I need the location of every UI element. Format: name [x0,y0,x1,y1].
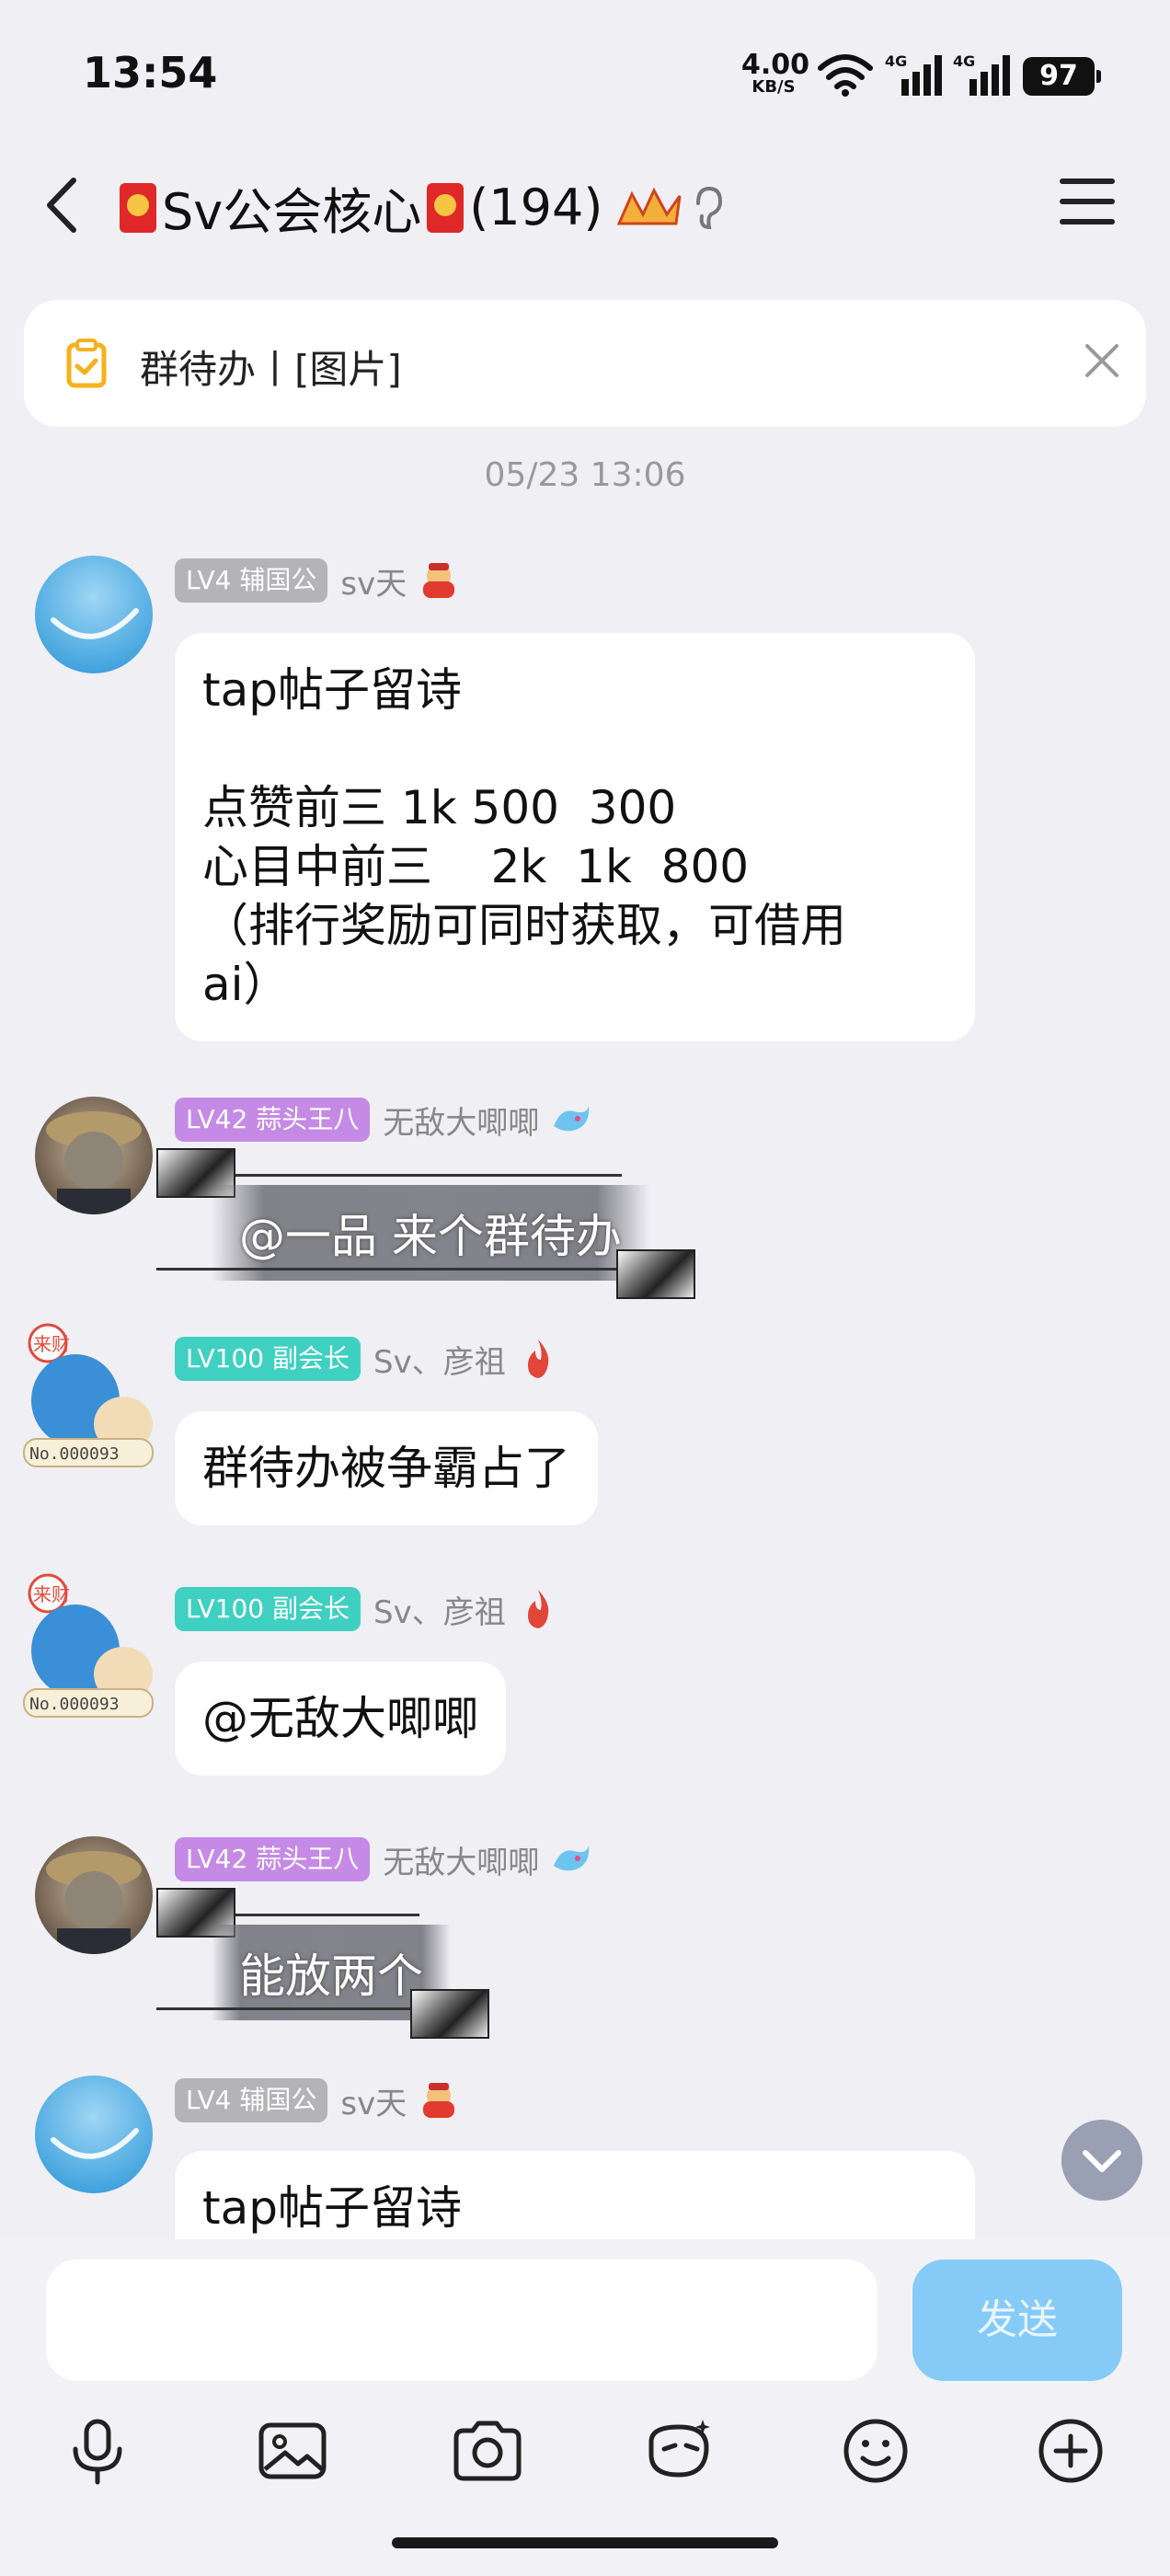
avatar[interactable] [35,556,153,673]
signal-4g-icon: 4G [885,52,942,96]
bubble-frame-decoration [616,1249,695,1299]
svg-text:4G: 4G [885,52,907,70]
avatar[interactable] [35,2076,153,2193]
dragon-icon [554,1846,590,1871]
back-button[interactable] [37,175,92,236]
nickname[interactable]: Sv、彦祖 [373,1337,506,1382]
status-time: 13:54 [83,48,218,98]
red-envelope-icon [427,182,465,233]
bubble-frame-line [235,1174,622,1177]
level-badge: LV42 蒜头王八 [175,1837,371,1881]
ear-icon [696,186,723,229]
chat-title[interactable]: Sv公会核心 (194) [120,171,726,244]
battery-indicator: 97 [1023,57,1101,96]
microphone-icon[interactable] [61,2414,134,2488]
avatar[interactable] [35,1097,153,1214]
message-bubble[interactable]: @无敌大唧唧 [175,1662,506,1776]
message-meta: LV42 蒜头王八 无敌大唧唧 [175,1836,592,1882]
nickname[interactable]: sv天 [340,558,407,604]
svg-text:No.000093: No.000093 [29,1444,120,1464]
status-bar: 13:54 4.00 KB/S 4G 4G 97 [0,0,1170,147]
network-speed: 4.00 KB/S [741,49,810,97]
message-item: LV4 辅国公 sv天 tap帖子留诗 [0,2076,1170,2239]
menu-button[interactable] [1060,178,1115,224]
bubble-frame-line [156,1268,616,1271]
avatar-swoosh-graphic [51,2128,139,2159]
image-icon[interactable] [256,2414,329,2488]
mascot-avatar[interactable]: 来财 No.000093 [20,1573,158,1720]
message-meta: LV100 副会长 Sv、彦祖 [175,1586,559,1632]
svg-text:来财: 来财 [33,1333,70,1355]
message-bubble[interactable]: tap帖子留诗 点赞前三 1k 500 300 心目中前三 2k 1k 800 … [175,633,975,1041]
bubble-frame-decoration [410,1989,489,2039]
signal-4g-icon-2: 4G [953,52,1010,96]
bubble-frame-line [156,2007,414,2010]
fortune-doll-icon [423,563,455,598]
scroll-to-bottom-button[interactable] [1061,2120,1142,2201]
camera-icon[interactable] [451,2414,524,2488]
flame-icon [527,1340,549,1378]
red-envelope-icon [120,182,156,233]
svg-text:来财: 来财 [33,1583,70,1605]
message-meta: LV4 辅国公 sv天 [175,558,460,604]
level-badge: LV4 辅国公 [175,2078,328,2122]
group-todo-banner[interactable]: 群待办丨[图片] [24,300,1146,427]
bubble-frame-line [235,1914,419,1916]
nickname[interactable]: sv天 [340,2078,407,2123]
message-bubble[interactable]: 群待办被争霸占了 [175,1411,598,1525]
level-badge: LV100 副会长 [175,1587,361,1631]
message-timestamp: 05/23 13:06 [484,456,686,494]
message-meta: LV100 副会长 Sv、彦祖 [175,1336,559,1382]
chat-header: Sv公会核心 (194) [0,147,1170,263]
home-indicator[interactable] [392,2537,778,2548]
clipboard-check-icon [66,339,107,388]
message-meta: LV42 蒜头王八 无敌大唧唧 [175,1097,592,1143]
emoji-icon[interactable] [839,2414,912,2488]
send-button[interactable]: 发送 [912,2260,1122,2381]
nickname[interactable]: 无敌大唧唧 [383,1098,539,1143]
message-text: @一品 来个群待办 [212,1185,649,1281]
nickname[interactable]: Sv、彦祖 [373,1587,506,1632]
todo-banner-text: 群待办丨[图片] [140,347,402,392]
mascot-avatar[interactable]: 来财 No.000093 [20,1323,158,1470]
network-speed-unit: KB/S [751,77,796,97]
plus-icon[interactable] [1034,2414,1107,2488]
level-badge: LV100 副会长 [175,1337,361,1381]
member-count: (194) [469,178,603,236]
fortune-doll-icon [423,2083,455,2118]
close-icon[interactable] [1082,340,1122,381]
avatar[interactable] [35,1836,153,1954]
level-badge: LV4 辅国公 [175,558,328,603]
group-level-badge-icon [617,187,682,224]
input-area: 发送 [0,2239,1170,2576]
cat-avatar-graphic [46,1851,142,1954]
nickname[interactable]: 无敌大唧唧 [383,1837,539,1882]
wifi-icon [818,54,873,97]
message-input[interactable] [46,2260,878,2381]
group-name: Sv公会核心 [162,183,422,241]
level-badge: LV42 蒜头王八 [175,1098,371,1142]
fancy-message-bubble[interactable]: @一品 来个群待办 [156,1148,695,1299]
message-bubble[interactable]: tap帖子留诗 [175,2151,975,2239]
flame-icon [527,1590,549,1628]
ai-assistant-icon[interactable] [644,2414,717,2488]
dragon-icon [554,1106,590,1132]
fancy-message-bubble[interactable]: 能放两个 [156,1888,489,2039]
network-speed-value: 4.00 [741,49,810,81]
svg-text:No.000093: No.000093 [29,1695,120,1714]
cat-avatar-graphic [46,1111,142,1214]
avatar-swoosh-graphic [51,608,139,639]
message-meta: LV4 辅国公 sv天 [175,2077,460,2123]
svg-text:4G: 4G [953,52,975,70]
